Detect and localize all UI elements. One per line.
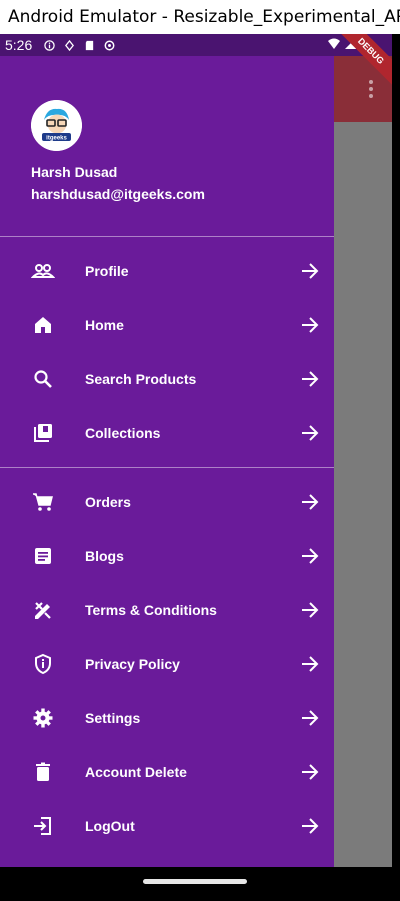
arrow-forward-icon[interactable] bbox=[299, 545, 321, 567]
status-bar: 5:26 bbox=[0, 34, 392, 56]
design-icon bbox=[35, 602, 51, 619]
arrow-forward-icon[interactable] bbox=[299, 707, 321, 729]
gesture-nav-bar bbox=[0, 867, 400, 901]
status-time: 5:26 bbox=[5, 37, 33, 53]
arrow-forward-icon[interactable] bbox=[299, 422, 321, 444]
cart-icon bbox=[33, 493, 53, 511]
collections-icon bbox=[34, 424, 52, 442]
sync-icon bbox=[104, 40, 115, 50]
user-email: harshdusad@itgeeks.com bbox=[31, 186, 205, 202]
menu-item-label: Profile bbox=[85, 263, 129, 279]
arrow-forward-icon[interactable] bbox=[299, 599, 321, 621]
user-name: Harsh Dusad bbox=[31, 164, 118, 180]
logout-icon bbox=[34, 817, 51, 835]
arrow-forward-icon[interactable] bbox=[299, 260, 321, 282]
menu-item-profile[interactable]: Profile bbox=[0, 244, 334, 298]
more-vert-icon[interactable] bbox=[366, 80, 376, 100]
divider bbox=[0, 236, 334, 237]
menu-item-search-products[interactable]: Search Products bbox=[0, 352, 334, 406]
menu-item-label: Terms & Conditions bbox=[85, 602, 217, 618]
menu-item-privacy-policy[interactable]: Privacy Policy bbox=[0, 637, 334, 691]
menu-item-home[interactable]: Home bbox=[0, 298, 334, 352]
menu-item-label: Home bbox=[85, 317, 124, 333]
location-icon bbox=[65, 39, 75, 51]
search-icon bbox=[34, 370, 52, 388]
arrow-forward-icon[interactable] bbox=[299, 314, 321, 336]
phone-screen: DEBUG 5:26 itgeeks Harsh Dusad harshdusa bbox=[0, 34, 392, 867]
trash-icon bbox=[36, 762, 50, 781]
sd-card-icon bbox=[86, 40, 94, 50]
menu-item-label: LogOut bbox=[85, 818, 135, 834]
arrow-forward-icon[interactable] bbox=[299, 815, 321, 837]
people-icon bbox=[31, 264, 55, 278]
info-icon bbox=[44, 39, 55, 51]
menu-item-label: Collections bbox=[85, 425, 161, 441]
menu-item-label: Account Delete bbox=[85, 764, 187, 780]
avatar[interactable]: itgeeks bbox=[31, 100, 82, 151]
emulator-frame-edge bbox=[392, 34, 400, 867]
user-avatar-icon: itgeeks bbox=[31, 100, 82, 151]
menu-item-blogs[interactable]: Blogs bbox=[0, 529, 334, 583]
emulator-window-title: Android Emulator - Resizable_Experimenta… bbox=[0, 0, 400, 34]
menu-item-account-delete[interactable]: Account Delete bbox=[0, 745, 334, 799]
shield-icon bbox=[35, 653, 51, 675]
menu-item-orders[interactable]: Orders bbox=[0, 475, 334, 529]
divider bbox=[0, 467, 334, 468]
arrow-forward-icon[interactable] bbox=[299, 761, 321, 783]
menu-item-label: Orders bbox=[85, 494, 131, 510]
menu-item-label: Search Products bbox=[85, 371, 197, 387]
menu-item-label: Blogs bbox=[85, 548, 124, 564]
article-icon bbox=[35, 548, 51, 564]
arrow-forward-icon[interactable] bbox=[299, 491, 321, 513]
avatar-logo-text: itgeeks bbox=[46, 136, 67, 142]
arrow-forward-icon[interactable] bbox=[299, 368, 321, 390]
gear-icon bbox=[33, 708, 53, 728]
home-gesture-handle[interactable] bbox=[143, 879, 247, 884]
menu-item-logout[interactable]: LogOut bbox=[0, 799, 334, 853]
menu-item-collections[interactable]: Collections bbox=[0, 406, 334, 460]
menu-item-settings[interactable]: Settings bbox=[0, 691, 334, 745]
menu-item-label: Settings bbox=[85, 710, 141, 726]
arrow-forward-icon[interactable] bbox=[299, 653, 321, 675]
menu-item-terms-conditions[interactable]: Terms & Conditions bbox=[0, 583, 334, 637]
home-icon bbox=[35, 317, 51, 333]
navigation-drawer: itgeeks Harsh Dusad harshdusad@itgeeks.c… bbox=[0, 56, 334, 867]
menu-item-label: Privacy Policy bbox=[85, 656, 180, 672]
wifi-icon bbox=[328, 38, 340, 49]
